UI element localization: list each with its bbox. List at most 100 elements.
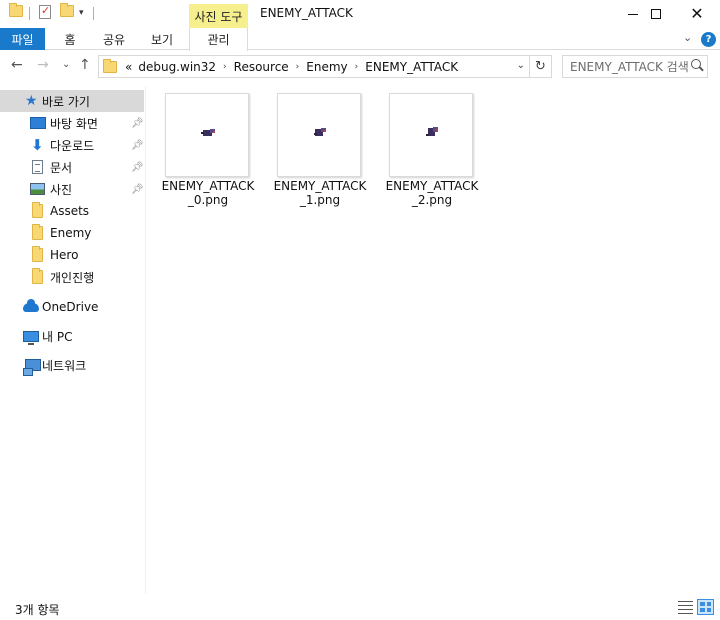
tab-manage[interactable]: 관리	[189, 28, 248, 51]
sidebar-item-pictures[interactable]: 사진 📌︎	[0, 178, 144, 200]
forward-button[interactable]: →	[37, 57, 49, 73]
download-arrow-icon: ⬇	[31, 136, 44, 154]
sidebar-item-desktop[interactable]: 바탕 화면 📌︎	[0, 112, 144, 134]
sidebar-item-label: 문서	[50, 160, 73, 175]
file-name: ENEMY_ATTACK_0.png	[161, 179, 255, 207]
sidebar-item-downloads[interactable]: ⬇ 다운로드 📌︎	[0, 134, 144, 156]
sidebar-item-assets[interactable]: Assets	[0, 200, 144, 222]
sidebar-item-label: Hero	[50, 248, 79, 262]
chevron-down-icon: ▾	[79, 8, 84, 18]
pin-icon: 📌︎	[131, 161, 144, 173]
folder-icon	[32, 202, 43, 218]
toolbar-separator	[93, 7, 94, 20]
computer-icon	[23, 330, 39, 345]
sidebar-item-label: Assets	[50, 204, 90, 218]
file-tile[interactable]: ENEMY_ATTACK_1.png	[274, 86, 366, 212]
file-name: ENEMY_ATTACK_2.png	[385, 179, 479, 207]
chevron-right-icon[interactable]: ›	[223, 62, 227, 72]
sidebar-item-label: 사진	[50, 182, 73, 197]
folder-icon	[103, 58, 117, 73]
sidebar-item-label: 바탕 화면	[50, 116, 98, 131]
new-folder-button[interactable]	[60, 3, 74, 17]
breadcrumb-item[interactable]: Resource	[234, 60, 289, 74]
help-button[interactable]: ?	[701, 32, 716, 47]
maximize-icon	[651, 9, 661, 19]
sidebar-item-label: 내 PC	[42, 329, 73, 344]
refresh-icon: ↻	[535, 59, 546, 74]
tab-file[interactable]: 파일	[0, 28, 45, 50]
sidebar-item-onedrive[interactable]: OneDrive	[0, 296, 144, 318]
chevron-down-icon: ⌄	[683, 31, 693, 44]
thumbnail	[389, 93, 473, 177]
sidebar-item-this-pc[interactable]: 내 PC	[0, 325, 144, 347]
tab-view[interactable]: 보기	[145, 28, 179, 50]
arrow-right-icon: →	[37, 57, 49, 73]
recent-locations-button[interactable]: ⌄	[62, 59, 70, 70]
breadcrumb-item[interactable]: debug.win32	[138, 60, 216, 74]
folder-icon	[9, 3, 23, 17]
sidebar-item-hero[interactable]: Hero	[0, 244, 144, 266]
tab-home[interactable]: 홈	[55, 28, 85, 50]
pin-icon: 📌︎	[131, 183, 144, 195]
details-view-button[interactable]	[678, 601, 693, 614]
search-icon	[691, 59, 701, 69]
sidebar-item-label: Enemy	[50, 226, 92, 240]
close-icon: ✕	[690, 4, 704, 23]
large-icons-view-button[interactable]	[697, 599, 714, 615]
file-list: ENEMY_ATTACK_0.png ENEMY_ATTACK_1.png EN…	[148, 86, 720, 594]
properties-button[interactable]	[39, 4, 51, 19]
sprite-thumbnail	[426, 127, 438, 136]
sprite-thumbnail	[201, 129, 215, 136]
ribbon-tabs: 파일 홈 공유 보기 관리	[0, 28, 720, 51]
thumbnail	[277, 93, 361, 177]
close-button[interactable]: ✕	[674, 0, 720, 28]
address-bar[interactable]: « debug.win32 › Resource › Enemy › ENEMY…	[98, 55, 552, 78]
breadcrumb-overflow[interactable]: «	[125, 60, 132, 74]
breadcrumb-item[interactable]: Enemy	[306, 60, 347, 74]
title-bar: ▾ 사진 도구 ENEMY_ATTACK ✕	[0, 0, 720, 28]
address-dropdown-button[interactable]: ⌄	[517, 60, 525, 71]
sidebar-item-documents[interactable]: 문서 📌︎	[0, 156, 144, 178]
folder-icon	[32, 246, 43, 262]
item-count: 3개 항목	[15, 603, 60, 617]
breadcrumb: « debug.win32 › Resource › Enemy › ENEMY…	[125, 60, 458, 74]
search-input[interactable]: ENEMY_ATTACK 검색	[562, 55, 708, 78]
network-icon	[23, 359, 41, 376]
breadcrumb-item[interactable]: ENEMY_ATTACK	[365, 60, 458, 74]
properties-icon	[39, 4, 51, 19]
refresh-button[interactable]: ↻	[529, 56, 551, 77]
up-button[interactable]: ↑	[79, 57, 91, 73]
status-bar: 3개 항목	[0, 596, 720, 620]
maximize-button[interactable]	[633, 0, 679, 28]
document-icon	[32, 160, 43, 174]
chevron-right-icon[interactable]: ›	[355, 62, 359, 72]
arrow-left-icon: ←	[11, 57, 23, 73]
desktop-icon	[30, 117, 46, 129]
toolbar-separator	[29, 7, 30, 20]
new-folder-icon	[60, 3, 74, 17]
sidebar-item-label: 다운로드	[50, 138, 95, 153]
pictures-icon	[30, 183, 45, 195]
contextual-tab-group-label: 사진 도구	[189, 4, 248, 28]
chevron-down-icon: ⌄	[62, 59, 71, 70]
sidebar-item-network[interactable]: 네트워크	[0, 354, 144, 376]
star-icon: ★	[25, 93, 38, 109]
tab-share[interactable]: 공유	[97, 28, 131, 50]
back-button[interactable]: ←	[11, 57, 23, 73]
sidebar-item-label: OneDrive	[42, 300, 99, 314]
search-placeholder: ENEMY_ATTACK 검색	[570, 60, 689, 74]
sidebar-item-personal-progress[interactable]: 개인진행	[0, 266, 144, 288]
chevron-right-icon[interactable]: ›	[296, 62, 300, 72]
file-tile[interactable]: ENEMY_ATTACK_2.png	[386, 86, 478, 212]
sidebar-item-quick-access[interactable]: ★ 바로 가기	[0, 90, 144, 112]
navigation-bar: ← → ⌄ ↑ « debug.win32 › Resource › Enemy…	[0, 51, 720, 81]
file-name: ENEMY_ATTACK_1.png	[273, 179, 367, 207]
file-tile[interactable]: ENEMY_ATTACK_0.png	[162, 86, 254, 212]
sidebar-item-enemy[interactable]: Enemy	[0, 222, 144, 244]
expand-ribbon-button[interactable]: ⌄	[683, 31, 692, 44]
sprite-thumbnail	[314, 128, 326, 136]
customize-quick-access-button[interactable]: ▾	[79, 8, 84, 18]
arrow-up-icon: ↑	[79, 57, 91, 73]
cloud-icon	[23, 298, 39, 312]
window-title: ENEMY_ATTACK	[260, 6, 353, 20]
